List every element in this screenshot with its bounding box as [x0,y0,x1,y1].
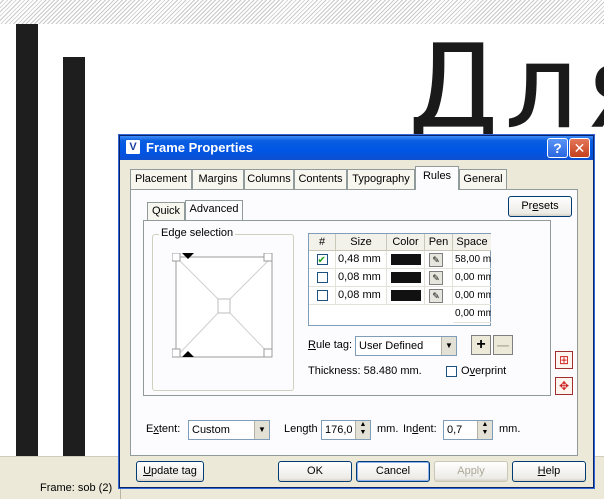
frame-rule-icon[interactable]: ⊞ [555,351,573,369]
dialog-title: Frame Properties [146,140,253,155]
rule-tag-select[interactable]: User Defined ▼ [355,336,457,356]
tab-placement[interactable]: Placement [130,169,192,189]
table-row-3-check[interactable] [309,287,336,305]
length-unit: mm. [377,423,399,435]
table-row-3-pen[interactable]: ✎ [425,287,453,305]
help-titlebar-button[interactable]: ? [547,138,568,158]
frame-all-rules-icon[interactable]: ✥ [555,377,573,395]
color-swatch [391,272,421,283]
page-rule-bar-right [63,57,85,456]
edge-selection-diagram[interactable] [172,253,276,361]
table-row-4-space[interactable]: 0,00 mm [453,305,491,323]
table-row-1-check[interactable] [309,251,336,269]
rule-tag-label: Rule tag: [308,339,353,351]
edge-selection-label: Edge selection [159,227,236,239]
table-row-1-pen[interactable]: ✎ [425,251,453,269]
table-row-3-space[interactable]: 0,00 mm [453,287,491,305]
add-rule-button[interactable]: + [471,335,491,355]
table-row-1-space[interactable]: 58,00 mm [453,251,491,269]
table-row-2-check[interactable] [309,269,336,287]
pen-icon: ✎ [429,253,443,267]
rule-enabled-checkbox[interactable] [316,271,328,283]
remove-rule-button[interactable]: — [493,335,513,355]
document-heading-text: Для [408,30,604,146]
table-row-2-pen[interactable]: ✎ [425,269,453,287]
tab-margins[interactable]: Margins [192,169,244,189]
apply-button[interactable]: Apply [434,461,508,482]
col-header-space: Space [453,234,491,251]
col-header-size: Size [336,234,387,251]
frame-properties-dialog: V Frame Properties ? ✕ Placement Margins… [119,135,594,488]
ok-button[interactable]: OK [278,461,352,482]
chevron-down-icon: ▼ [441,337,456,355]
extent-select[interactable]: Custom ▼ [188,420,270,440]
status-frame-label: Frame: sob (2) [40,482,113,494]
table-row-2-size[interactable]: 0,08 mm [336,269,387,287]
thickness-label: Thickness: 58.480 mm. [308,365,422,377]
col-header-color: Color [387,234,425,251]
page-rule-bar-left [16,24,38,456]
help-button[interactable]: Help [512,461,586,482]
table-row-2-space[interactable]: 0,00 mm [453,269,491,287]
table-row-3-size[interactable]: 0,08 mm [336,287,387,305]
length-label: Length [284,423,318,435]
table-row-2-color[interactable] [387,269,425,287]
indent-input[interactable]: 0,7 ▲ ▼ [443,420,493,440]
presets-button[interactable]: Presets [508,196,572,217]
rules-tab-panel: Quick Advanced Presets Edge selection # … [130,189,578,456]
spinner-icon[interactable]: ▲ ▼ [477,421,492,439]
tab-typography[interactable]: Typography [347,169,415,189]
tab-general[interactable]: General [459,169,507,189]
overprint-checkbox-box[interactable] [446,365,457,377]
advanced-subtab-panel: Edge selection # Size Color Pen Space ✔ … [143,220,551,396]
spinner-icon[interactable]: ▲ ▼ [355,421,370,439]
app-icon: V [126,140,140,154]
table-row-1-size[interactable]: 0,48 mm [336,251,387,269]
subtab-advanced[interactable]: Advanced [185,200,243,221]
extent-label: Extent: [146,423,181,435]
table-row-3-color[interactable] [387,287,425,305]
rule-enabled-checkbox[interactable] [316,252,328,268]
color-swatch [391,254,421,265]
overprint-checkbox[interactable]: Overprint [446,365,506,377]
close-button[interactable]: ✕ [569,138,590,158]
cancel-button[interactable]: Cancel [356,461,430,482]
chevron-down-icon: ▼ [254,421,269,439]
update-tag-button[interactable]: Update tag [136,461,204,482]
color-swatch [391,290,421,301]
tab-rules[interactable]: Rules [415,166,459,190]
pen-icon: ✎ [429,289,443,303]
rule-enabled-checkbox[interactable] [316,289,328,301]
indent-label: Indent: [403,423,437,435]
col-header-pen: Pen [425,234,453,251]
subtab-quick[interactable]: Quick [147,202,185,220]
ruler-hatch [0,0,604,24]
dialog-titlebar[interactable]: V Frame Properties ? ✕ [120,136,593,160]
col-header-number: # [309,234,336,251]
tab-contents[interactable]: Contents [294,169,347,189]
length-input[interactable]: 176,0 ▲ ▼ [321,420,371,440]
table-row-1-color[interactable] [387,251,425,269]
tab-columns[interactable]: Columns [244,169,294,189]
indent-unit: mm. [499,423,521,435]
rules-table[interactable]: # Size Color Pen Space 0,48 mm ✎ 58,00 m… [308,233,491,326]
pen-icon: ✎ [429,271,443,285]
